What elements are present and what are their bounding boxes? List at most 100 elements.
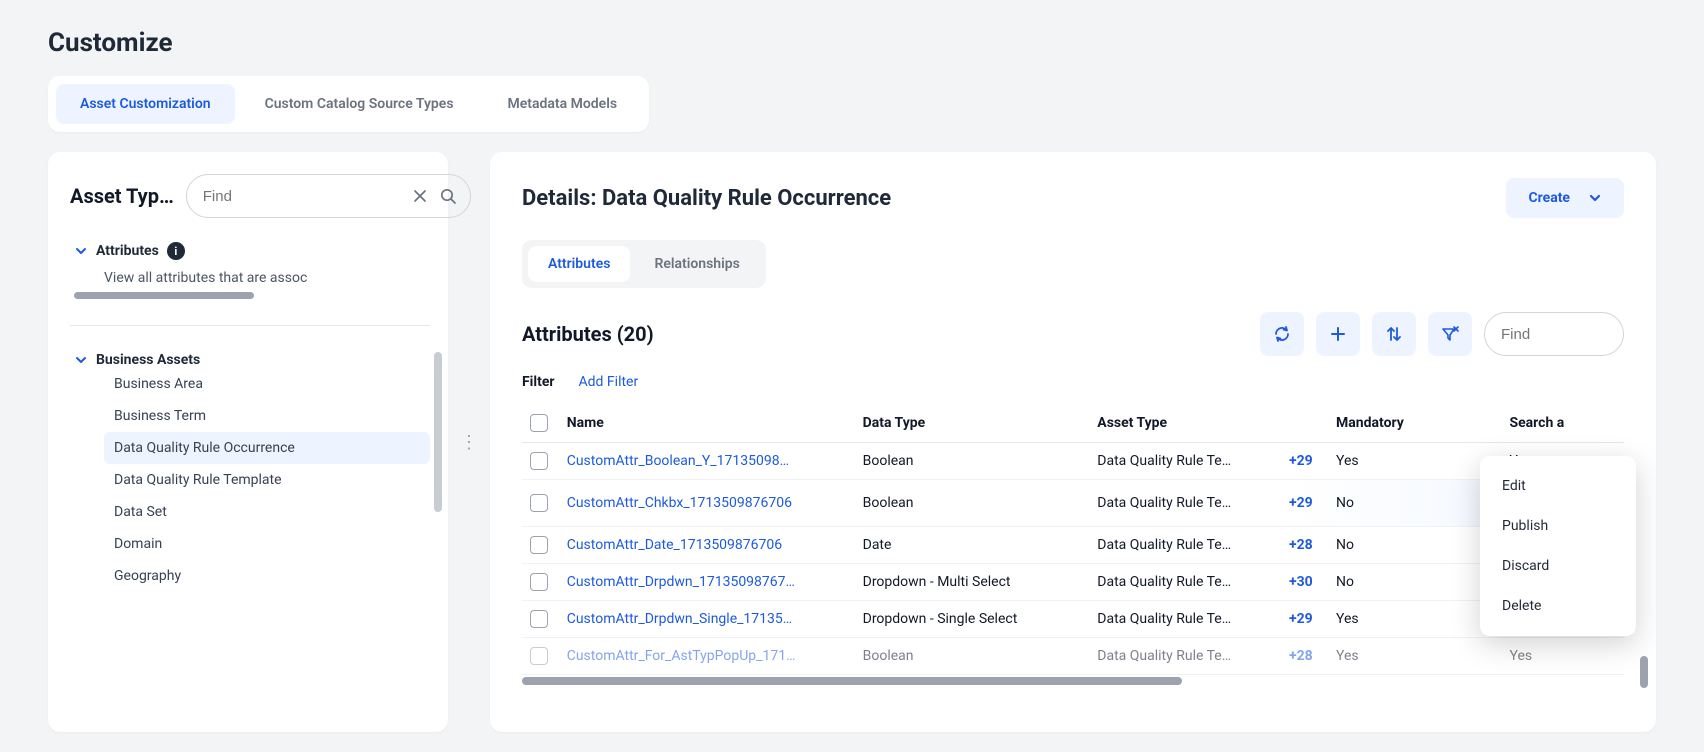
top-tabs: Asset CustomizationCustom Catalog Source… xyxy=(48,76,649,132)
menu-edit[interactable]: Edit xyxy=(1480,466,1636,506)
more-badge[interactable]: +28 xyxy=(1289,648,1313,664)
cell-mandatory: Yes xyxy=(1328,443,1501,480)
clear-filter-button[interactable] xyxy=(1428,312,1472,356)
sidebar-item-data-quality-rule-template[interactable]: Data Quality Rule Template xyxy=(104,464,430,496)
tab-custom-catalog-source-types[interactable]: Custom Catalog Source Types xyxy=(241,84,478,124)
sidebar-item-business-term[interactable]: Business Term xyxy=(104,400,430,432)
menu-delete[interactable]: Delete xyxy=(1480,586,1636,626)
attributes-subtext: View all attributes that are assoc xyxy=(70,260,430,292)
resize-handle[interactable]: ⋮ xyxy=(456,432,482,453)
cell-asset-type: Data Quality Rule Te… xyxy=(1089,564,1273,601)
context-menu: EditPublishDiscardDelete xyxy=(1480,456,1636,636)
table-row[interactable]: CustomAttr_Boolean_Y_17135098…BooleanDat… xyxy=(522,443,1624,480)
add-filter-link[interactable]: Add Filter xyxy=(579,374,639,390)
cell-name[interactable]: CustomAttr_Boolean_Y_17135098… xyxy=(559,443,855,480)
cell-name[interactable]: CustomAttr_For_AstTypPopUp_171… xyxy=(559,638,855,675)
attributes-section-toggle[interactable]: Attributes i xyxy=(70,242,430,260)
sidebar-item-geography[interactable]: Geography xyxy=(104,560,430,592)
cell-name[interactable]: CustomAttr_Date_1713509876706 xyxy=(559,527,855,564)
sort-button[interactable] xyxy=(1372,312,1416,356)
business-assets-toggle[interactable]: Business Assets xyxy=(70,352,430,368)
business-assets-label: Business Assets xyxy=(96,352,200,368)
attributes-table-wrap: Name Data Type Asset Type Mandatory Sear… xyxy=(522,404,1624,675)
col-search[interactable]: Search a xyxy=(1502,404,1625,443)
cell-asset-type: Data Quality Rule Te… xyxy=(1089,638,1273,675)
refresh-button[interactable] xyxy=(1260,312,1304,356)
business-assets-list: Business AreaBusiness TermData Quality R… xyxy=(70,368,430,592)
col-mandatory[interactable]: Mandatory xyxy=(1328,404,1501,443)
details-title: Details: Data Quality Rule Occurrence xyxy=(522,186,891,211)
row-checkbox[interactable] xyxy=(530,452,548,470)
info-icon[interactable]: i xyxy=(167,242,185,260)
table-row[interactable]: CustomAttr_For_AstTypPopUp_171…BooleanDa… xyxy=(522,638,1624,675)
asset-types-title: Asset Typ… xyxy=(70,184,174,208)
sidebar-item-business-area[interactable]: Business Area xyxy=(104,368,430,400)
cell-asset-type: Data Quality Rule Te… xyxy=(1089,527,1273,564)
menu-discard[interactable]: Discard xyxy=(1480,546,1636,586)
table-row[interactable]: CustomAttr_Drpdwn_17135098767…Dropdown -… xyxy=(522,564,1624,601)
table-row[interactable]: CustomAttr_Drpdwn_Single_17135…Dropdown … xyxy=(522,601,1624,638)
col-name[interactable]: Name xyxy=(559,404,855,443)
chevron-down-icon xyxy=(74,244,88,258)
cell-name[interactable]: CustomAttr_Drpdwn_17135098767… xyxy=(559,564,855,601)
inner-tab-attributes[interactable]: Attributes xyxy=(528,246,630,282)
table-row[interactable]: CustomAttr_Chkbx_1713509876706BooleanDat… xyxy=(522,480,1624,527)
col-asset-type[interactable]: Asset Type xyxy=(1089,404,1273,443)
inner-tab-relationships[interactable]: Relationships xyxy=(634,246,759,282)
col-data-type[interactable]: Data Type xyxy=(855,404,1090,443)
more-badge[interactable]: +29 xyxy=(1289,453,1313,469)
sidebar-item-data-quality-rule-occurrence[interactable]: Data Quality Rule Occurrence xyxy=(104,432,430,464)
attributes-find[interactable] xyxy=(1484,312,1624,356)
details-tabs: AttributesRelationships xyxy=(522,240,766,288)
menu-publish[interactable]: Publish xyxy=(1480,506,1636,546)
cell-name[interactable]: CustomAttr_Chkbx_1713509876706 xyxy=(559,480,855,527)
asset-types-find[interactable] xyxy=(186,174,471,218)
more-badge[interactable]: +29 xyxy=(1289,495,1313,511)
cell-name[interactable]: CustomAttr_Drpdwn_Single_17135… xyxy=(559,601,855,638)
cell-mandatory: Yes xyxy=(1328,638,1501,675)
attributes-heading: Attributes (20) xyxy=(522,322,654,346)
row-checkbox[interactable] xyxy=(530,610,548,628)
cell-search: Yes xyxy=(1502,638,1625,675)
table-row[interactable]: CustomAttr_Date_1713509876706DateData Qu… xyxy=(522,527,1624,564)
more-badge[interactable]: +30 xyxy=(1289,574,1313,590)
sidebar-item-domain[interactable]: Domain xyxy=(104,528,430,560)
find-input[interactable] xyxy=(203,188,402,205)
more-badge[interactable]: +28 xyxy=(1289,537,1313,553)
add-button[interactable] xyxy=(1316,312,1360,356)
page-title: Customize xyxy=(0,0,1704,76)
select-all-checkbox[interactable] xyxy=(530,414,548,432)
attributes-table: Name Data Type Asset Type Mandatory Sear… xyxy=(522,404,1624,675)
clear-icon[interactable] xyxy=(410,186,430,206)
horizontal-scroll-thumb[interactable] xyxy=(74,292,254,299)
asset-types-panel: Asset Typ… Attributes i View all attribu… xyxy=(48,152,448,732)
cell-mandatory: No xyxy=(1328,480,1501,527)
chevron-down-icon xyxy=(74,353,88,367)
cell-data-type: Boolean xyxy=(855,480,1090,527)
cell-data-type: Dropdown - Single Select xyxy=(855,601,1090,638)
create-button[interactable]: Create xyxy=(1506,178,1624,218)
table-horizontal-scrollbar[interactable] xyxy=(522,677,1182,685)
tab-asset-customization[interactable]: Asset Customization xyxy=(56,84,235,124)
row-checkbox[interactable] xyxy=(530,536,548,554)
cell-asset-type: Data Quality Rule Te… xyxy=(1089,480,1273,527)
row-checkbox[interactable] xyxy=(530,647,548,665)
row-checkbox[interactable] xyxy=(530,494,548,512)
cell-data-type: Boolean xyxy=(855,443,1090,480)
attributes-section-label: Attributes xyxy=(96,243,159,259)
row-checkbox[interactable] xyxy=(530,573,548,591)
attributes-find-input[interactable] xyxy=(1501,326,1656,343)
chevron-down-icon xyxy=(1588,191,1602,205)
cell-data-type: Boolean xyxy=(855,638,1090,675)
menu-scrollbar[interactable] xyxy=(1640,656,1648,688)
col-asset-type-extra xyxy=(1273,404,1328,443)
cell-asset-type: Data Quality Rule Te… xyxy=(1089,443,1273,480)
sidebar-scrollbar[interactable] xyxy=(434,316,442,676)
sidebar-item-data-set[interactable]: Data Set xyxy=(104,496,430,528)
create-label: Create xyxy=(1528,190,1570,206)
cell-mandatory: No xyxy=(1328,527,1501,564)
filter-label: Filter xyxy=(522,374,555,390)
tab-metadata-models[interactable]: Metadata Models xyxy=(484,84,642,124)
more-badge[interactable]: +29 xyxy=(1289,611,1313,627)
search-icon[interactable] xyxy=(438,186,458,206)
